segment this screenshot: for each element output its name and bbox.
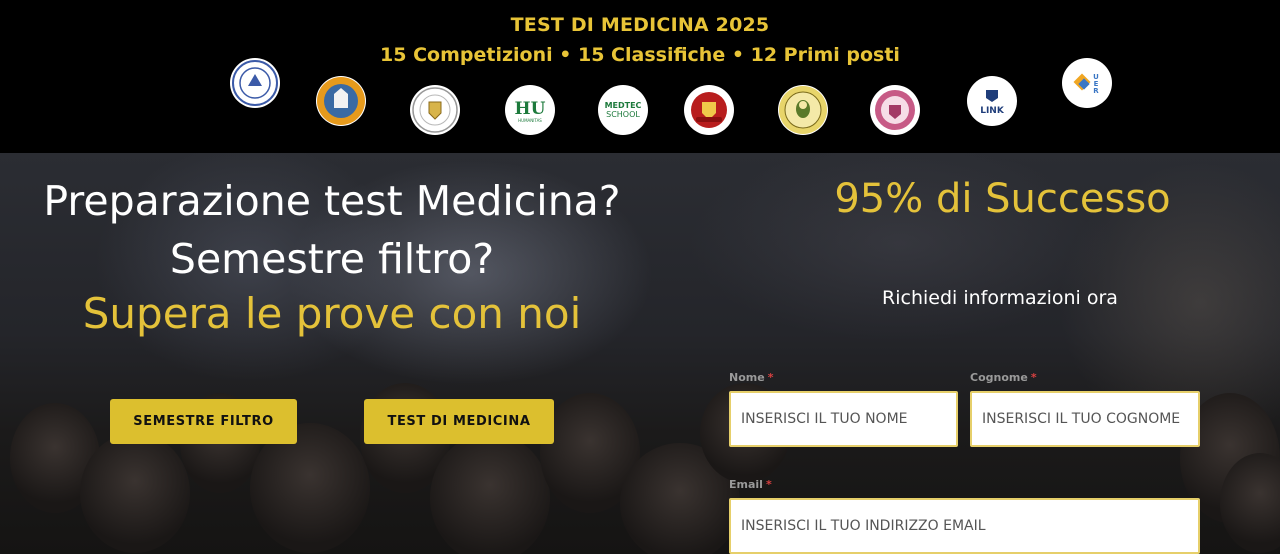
banner-title: TEST DI MEDICINA 2025 <box>510 14 770 36</box>
request-info-text: Richiedi informazioni ora <box>882 287 1118 309</box>
cognome-input[interactable] <box>970 391 1200 447</box>
required-marker: * <box>767 371 774 384</box>
universitas-portrait-logo-icon <box>778 85 828 135</box>
link-university-logo-icon: LINK <box>967 76 1017 126</box>
svg-text:SCHOOL: SCHOOL <box>606 110 640 119</box>
required-marker: * <box>765 478 772 491</box>
university-crest-logo-icon <box>410 85 460 135</box>
success-heading: 95% di Successo <box>834 176 1171 222</box>
uer-university-logo-icon: UER <box>1062 58 1112 108</box>
test-medicina-button[interactable]: TEST DI MEDICINA <box>364 399 554 444</box>
campus-bio-medico-logo-icon <box>230 58 280 108</box>
top-banner: TEST DI MEDICINA 2025 15 Competizioni • … <box>0 0 1280 153</box>
email-input[interactable] <box>729 498 1200 554</box>
nome-input[interactable] <box>729 391 958 447</box>
svg-text:LINK: LINK <box>980 106 1005 116</box>
email-label-text: Email <box>729 478 763 491</box>
nome-label-text: Nome <box>729 371 765 384</box>
hero-headline-line1: Preparazione test Medicina? <box>43 177 621 225</box>
hero-section: Preparazione test Medicina? Semestre fil… <box>0 153 1280 554</box>
hero-tagline: Supera le prove con noi <box>82 289 582 338</box>
red-crest-logo-icon <box>684 85 734 135</box>
svg-text:HU: HU <box>515 99 546 119</box>
email-label: Email * <box>729 478 772 491</box>
cognome-label-text: Cognome <box>970 371 1028 384</box>
semestre-filtro-button[interactable]: SEMESTRE FILTRO <box>110 399 297 444</box>
university-seal-logo-icon <box>316 76 366 126</box>
svg-text:R: R <box>1093 87 1099 95</box>
required-marker: * <box>1030 371 1037 384</box>
hero-headline-line2: Semestre filtro? <box>169 235 495 283</box>
medtec-school-logo-icon: MEDTEC SCHOOL <box>598 85 648 135</box>
svg-text:HUMANITAS: HUMANITAS <box>518 118 542 123</box>
nome-label: Nome * <box>729 371 773 384</box>
svg-text:MEDTEC: MEDTEC <box>605 101 642 110</box>
lum-university-logo-icon <box>870 85 920 135</box>
humanitas-university-logo-icon: HU HUMANITAS <box>505 85 555 135</box>
cognome-label: Cognome * <box>970 371 1037 384</box>
